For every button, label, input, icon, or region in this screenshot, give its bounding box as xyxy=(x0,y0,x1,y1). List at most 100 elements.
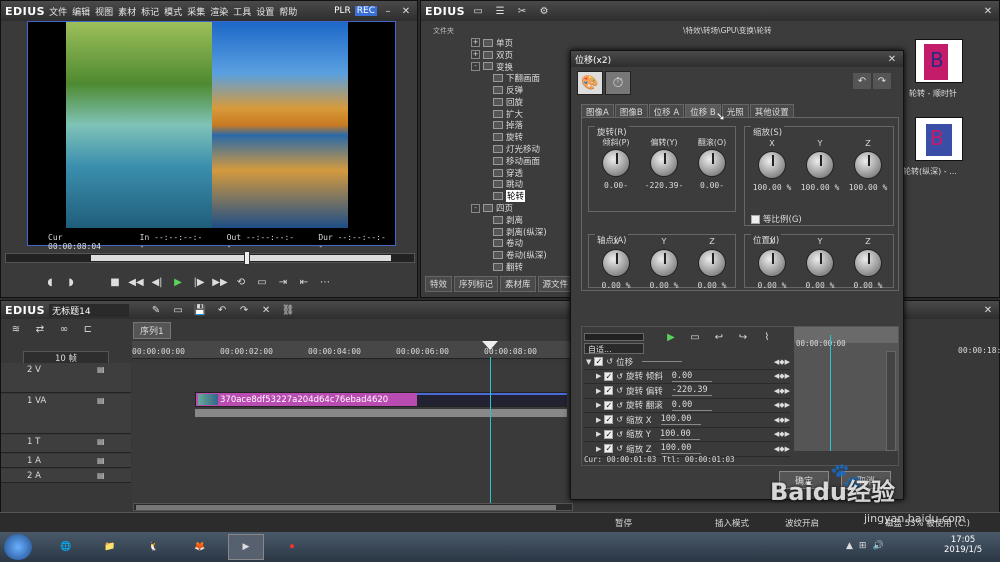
proportional-checkbox[interactable] xyxy=(751,214,760,224)
menu-item[interactable]: 编辑 xyxy=(72,8,90,18)
dial-knob[interactable] xyxy=(854,249,882,277)
tray-volume-icon[interactable]: 🔊 xyxy=(872,541,883,551)
fast-forward-icon[interactable]: ▶▶ xyxy=(211,274,229,290)
menu-item[interactable]: 素材 xyxy=(118,8,136,18)
save-icon[interactable]: 💾 xyxy=(191,302,209,318)
kf-row[interactable]: ▶ ✓ ↺ 旋转 倾斜 0.00 ◀◆▶ xyxy=(584,370,790,384)
link-icon[interactable]: ⛓ xyxy=(279,302,297,318)
redo-icon[interactable]: ↷ xyxy=(235,302,253,318)
track-header[interactable]: 2 A ▤ xyxy=(1,469,131,483)
taskbar-edius[interactable]: ▶ xyxy=(228,534,264,560)
kf-row[interactable]: ▶ ✓ ↺ 缩放 X 100.00 ◀◆▶ xyxy=(584,413,790,428)
dial-knob[interactable] xyxy=(758,249,786,277)
kf-expander-icon[interactable]: ▼ xyxy=(586,358,591,366)
dial-knob[interactable] xyxy=(602,149,630,177)
loop-icon[interactable]: ⟲ xyxy=(232,274,250,290)
dial-knob[interactable] xyxy=(854,151,882,179)
mode-icon[interactable]: ≋ xyxy=(7,321,25,337)
taskbar-explorer[interactable]: 📁 xyxy=(92,534,128,560)
menu-item[interactable]: 帮助 xyxy=(279,8,297,18)
kf-link-icon[interactable]: ↺ xyxy=(606,357,613,366)
kf-nav-icon[interactable]: ◀◆▶ xyxy=(774,372,790,380)
dial-knob[interactable] xyxy=(602,249,630,277)
dial-knob[interactable] xyxy=(806,151,834,179)
thumb-1[interactable]: B xyxy=(915,39,963,83)
kf-link-icon[interactable]: ↺ xyxy=(616,430,623,439)
set-out-icon[interactable]: ◗ xyxy=(62,274,80,290)
kf-slider[interactable] xyxy=(584,333,644,341)
kf-preview-icon[interactable]: ▭ xyxy=(686,329,704,345)
dial-knob[interactable] xyxy=(698,249,726,277)
kf-nav-icon[interactable]: ◀◆▶ xyxy=(774,358,790,366)
kf-checkbox[interactable]: ✓ xyxy=(594,357,604,367)
insert-icon[interactable]: ⇥ xyxy=(274,274,292,290)
stop-icon[interactable]: ■ xyxy=(106,274,124,290)
kf-play-icon[interactable]: ▶ xyxy=(662,329,680,345)
proportional-option[interactable]: 等比例(G) xyxy=(751,213,802,225)
tree-expander-icon[interactable]: - xyxy=(471,61,480,71)
start-button[interactable] xyxy=(4,534,32,560)
step-back-icon[interactable]: ◀| xyxy=(148,274,166,290)
kf-link-icon[interactable]: ↺ xyxy=(616,415,623,424)
undo-icon[interactable]: ↶ xyxy=(213,302,231,318)
timeline-close-icon[interactable]: ✕ xyxy=(981,303,995,317)
sync-icon[interactable]: ∞ xyxy=(55,321,73,337)
timeline-playhead-marker[interactable] xyxy=(482,341,498,350)
timeline-hscroll[interactable] xyxy=(133,503,573,511)
kf-checkbox[interactable]: ✓ xyxy=(604,415,614,425)
kf-link-icon[interactable]: ↺ xyxy=(616,401,623,410)
dialog-redo-icon[interactable]: ↷ xyxy=(873,73,891,89)
bin-close-icon[interactable]: ✕ xyxy=(981,4,995,18)
plr-indicator[interactable]: PLR xyxy=(334,6,351,16)
track-lock-icon[interactable]: ▤ xyxy=(97,437,105,446)
more-icon[interactable]: ⋯ xyxy=(316,274,334,290)
close-icon[interactable]: ✕ xyxy=(399,4,413,18)
play-icon[interactable]: ▶ xyxy=(169,274,187,290)
taskbar-app-1[interactable]: 🌐 xyxy=(48,534,84,560)
dial-knob[interactable] xyxy=(650,249,678,277)
track-lock-icon[interactable]: ▤ xyxy=(97,456,105,465)
kf-checkbox[interactable]: ✓ xyxy=(604,429,614,439)
track-header[interactable]: 2 V ▤ xyxy=(1,363,131,393)
kf-link-icon[interactable]: ↺ xyxy=(616,386,623,395)
ripple-icon[interactable]: ⇄ xyxy=(31,321,49,337)
clock[interactable]: 17:05 2019/1/5 xyxy=(944,535,982,555)
kf-prev-icon[interactable]: ↩ xyxy=(710,329,728,345)
menu-item[interactable]: 文件 xyxy=(49,8,67,18)
folder-icon[interactable]: ▭ xyxy=(469,3,487,19)
menu-item[interactable]: 模式 xyxy=(164,8,182,18)
dialog-undo-icon[interactable]: ↶ xyxy=(853,73,871,89)
kf-nav-icon[interactable]: ◀◆▶ xyxy=(774,430,790,438)
group-icon[interactable]: ⊏ xyxy=(79,321,97,337)
open-icon[interactable]: ▭ xyxy=(169,302,187,318)
track-lock-icon[interactable]: ▤ xyxy=(97,396,105,405)
kf-nav-icon[interactable]: ◀◆▶ xyxy=(774,387,790,395)
minimize-icon[interactable]: – xyxy=(381,4,395,18)
kf-expander-icon[interactable]: ▶ xyxy=(596,372,601,380)
output-icon[interactable]: ▭ xyxy=(253,274,271,290)
tree-expander-icon[interactable]: + xyxy=(471,38,480,48)
scrubber-handle[interactable] xyxy=(244,251,250,265)
kf-nav-icon[interactable]: ◀◆▶ xyxy=(774,401,790,409)
timeline-ruler[interactable]: 00:00:00:00 00:00:02:00 00:00:04:00 00:00:0… xyxy=(132,341,572,359)
track-header[interactable]: 1 A ▤ xyxy=(1,454,131,468)
kf-expander-icon[interactable]: ▶ xyxy=(596,416,601,424)
kf-vscroll[interactable] xyxy=(886,351,896,451)
taskbar-record[interactable]: ⏺ xyxy=(274,534,310,560)
dialog-close-icon[interactable]: ✕ xyxy=(885,52,899,66)
bin-tab[interactable]: 特效 xyxy=(425,276,453,292)
kf-link-icon[interactable]: ↺ xyxy=(616,444,623,453)
kf-expander-icon[interactable]: ▶ xyxy=(596,387,601,395)
sequence-tab[interactable]: 序列1 xyxy=(133,322,171,339)
kf-expander-icon[interactable]: ▶ xyxy=(596,430,601,438)
track-lock-icon[interactable]: ▤ xyxy=(97,365,105,374)
tree-item[interactable]: + 单页 xyxy=(471,37,671,49)
rewind-icon[interactable]: ◀◀ xyxy=(127,274,145,290)
kf-row[interactable]: ▼ ✓ ↺ 位移 ◀◆▶ xyxy=(584,355,790,370)
kf-row[interactable]: ▶ ✓ ↺ 旋转 偏转 -220.39 ◀◆▶ xyxy=(584,384,790,399)
kf-expander-icon[interactable]: ▶ xyxy=(596,445,601,453)
kf-next-icon[interactable]: ↪ xyxy=(734,329,752,345)
kf-checkbox[interactable]: ✓ xyxy=(604,444,614,454)
bin-tab[interactable]: 素材库 xyxy=(500,276,536,292)
track-lock-icon[interactable]: ▤ xyxy=(97,471,105,480)
